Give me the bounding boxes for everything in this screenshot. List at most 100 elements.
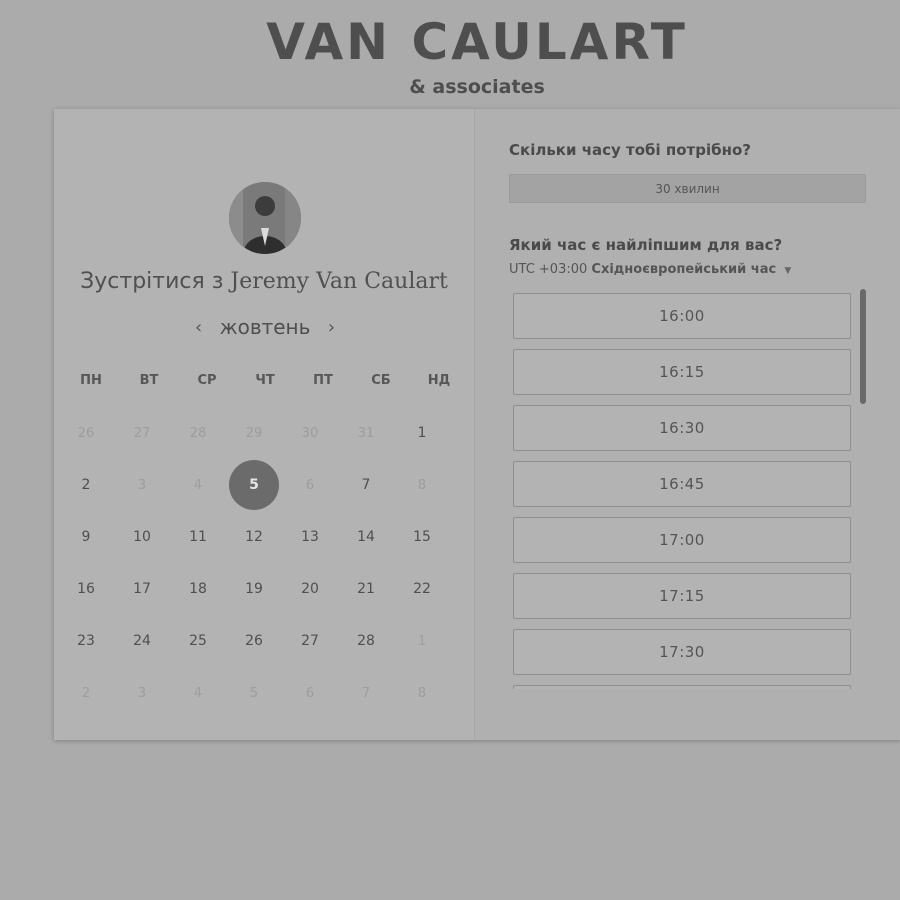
calendar-day[interactable]: 27 xyxy=(282,615,338,667)
calendar-day-label: 4 xyxy=(193,477,203,493)
calendar-day[interactable]: 1 xyxy=(394,407,450,459)
calendar-day-label: 8 xyxy=(417,477,427,493)
calendar-day-label: 5 xyxy=(249,685,259,701)
calendar-day-label: 29 xyxy=(245,425,263,441)
time-slot-button[interactable]: 16:00 xyxy=(513,293,851,339)
calendar-day-label: 3 xyxy=(137,685,147,701)
time-question: Який час є найліпшим для вас? xyxy=(509,236,783,254)
calendar-day-label: 1 xyxy=(417,633,427,649)
calendar-day[interactable]: 18 xyxy=(170,563,226,615)
calendar-day: 3 xyxy=(114,667,170,719)
time-panel: Скільки часу тобі потрібно? 30 хвилин Як… xyxy=(474,109,900,740)
calendar-day: 31 xyxy=(338,407,394,459)
timezone-offset: UTC +03:00 xyxy=(509,262,588,277)
calendar-day-label: 28 xyxy=(357,633,375,649)
calendar-day[interactable]: 21 xyxy=(338,563,394,615)
calendar-day-label: 22 xyxy=(413,581,431,597)
calendar-day: 4 xyxy=(170,459,226,511)
calendar-day-label: 25 xyxy=(189,633,207,649)
calendar-day[interactable]: 16 xyxy=(58,563,114,615)
calendar-day: 8 xyxy=(394,667,450,719)
calendar-day[interactable]: 23 xyxy=(58,615,114,667)
timezone-name: Східноєвропейський час xyxy=(591,262,777,277)
calendar-day-label: 1 xyxy=(417,425,427,441)
calendar-day[interactable]: 11 xyxy=(170,511,226,563)
calendar-day[interactable]: 12 xyxy=(226,511,282,563)
time-slot-button[interactable]: 17:15 xyxy=(513,573,851,619)
calendar-day: 6 xyxy=(282,667,338,719)
calendar-day[interactable]: 28 xyxy=(338,615,394,667)
calendar-day[interactable]: 17 xyxy=(114,563,170,615)
time-slot-button[interactable] xyxy=(513,685,851,689)
calendar-day[interactable]: 10 xyxy=(114,511,170,563)
calendar-day-label: 20 xyxy=(301,581,319,597)
duration-question: Скільки часу тобі потрібно? xyxy=(509,141,751,159)
calendar-day-label: 21 xyxy=(357,581,375,597)
chevron-right-icon[interactable]: › xyxy=(316,317,346,338)
calendar-day-label: 6 xyxy=(305,685,315,701)
person-photo-icon xyxy=(229,182,301,254)
calendar-day[interactable]: 14 xyxy=(338,511,394,563)
brand-title: VAN CAULART xyxy=(266,13,688,71)
calendar-day: 6 xyxy=(282,459,338,511)
calendar-day: 4 xyxy=(170,667,226,719)
weekday-label: СБ xyxy=(371,373,391,388)
time-slot-button[interactable]: 16:15 xyxy=(513,349,851,395)
calendar-day-label: 30 xyxy=(301,425,319,441)
calendar-day[interactable]: 7 xyxy=(338,459,394,511)
calendar-days: 26 27 28 29 30 31 1 2 3 4 5 6 7 8 9 10 11 12 13 14 15 16 17 18 1… xyxy=(58,407,450,719)
calendar-day-label: 5 xyxy=(229,460,279,510)
calendar-day-selected[interactable]: 5 xyxy=(226,459,282,511)
chevron-left-icon[interactable]: ‹ xyxy=(184,317,214,338)
calendar-day: 7 xyxy=(338,667,394,719)
calendar-day[interactable]: 25 xyxy=(170,615,226,667)
calendar-day-label: 8 xyxy=(417,685,427,701)
calendar-day-label: 17 xyxy=(133,581,151,597)
host-name: Jeremy Van Caulart xyxy=(230,269,448,294)
time-slot-button[interactable]: 17:30 xyxy=(513,629,851,675)
calendar-day-label: 16 xyxy=(77,581,95,597)
calendar-day-label: 26 xyxy=(77,425,95,441)
meet-title: Зустрітися з Jeremy Van Caulart xyxy=(54,269,474,294)
timezone-selector[interactable]: UTC +03:00 Східноєвропейський час ▼ xyxy=(509,262,791,277)
calendar-day: 2 xyxy=(58,667,114,719)
time-slot-button[interactable]: 17:00 xyxy=(513,517,851,563)
calendar-day[interactable]: 13 xyxy=(282,511,338,563)
calendar-day-label: 26 xyxy=(245,633,263,649)
host-avatar xyxy=(229,182,301,254)
calendar-day[interactable]: 20 xyxy=(282,563,338,615)
time-slot-button[interactable]: 16:30 xyxy=(513,405,851,451)
calendar-day-label: 4 xyxy=(193,685,203,701)
calendar-day-label: 7 xyxy=(361,477,371,493)
month-navigation: ‹ жовтень › xyxy=(54,315,476,339)
calendar-day-label: 28 xyxy=(189,425,207,441)
calendar-day-label: 27 xyxy=(301,633,319,649)
time-slot-list: 16:00 16:15 16:30 16:45 17:00 17:15 17:30 xyxy=(513,293,856,689)
calendar-day[interactable]: 26 xyxy=(226,615,282,667)
time-slot-button[interactable]: 16:45 xyxy=(513,461,851,507)
duration-select[interactable]: 30 хвилин xyxy=(509,174,866,203)
calendar-day-label: 7 xyxy=(361,685,371,701)
weekday-label: НД xyxy=(427,373,451,388)
caret-down-icon: ▼ xyxy=(784,266,792,276)
calendar-day-label: 2 xyxy=(81,477,91,493)
calendar-day[interactable]: 24 xyxy=(114,615,170,667)
calendar-day-label: 27 xyxy=(133,425,151,441)
scrollbar[interactable] xyxy=(860,289,866,689)
calendar-day[interactable]: 9 xyxy=(58,511,114,563)
calendar-day: 26 xyxy=(58,407,114,459)
calendar-day: 8 xyxy=(394,459,450,511)
scrollbar-thumb[interactable] xyxy=(860,289,866,404)
calendar-day: 27 xyxy=(114,407,170,459)
calendar-day[interactable]: 19 xyxy=(226,563,282,615)
calendar-day-label: 14 xyxy=(357,529,375,545)
calendar-day[interactable]: 22 xyxy=(394,563,450,615)
calendar-day[interactable]: 15 xyxy=(394,511,450,563)
calendar-day: 28 xyxy=(170,407,226,459)
calendar-day-label: 2 xyxy=(81,685,91,701)
calendar-day: 3 xyxy=(114,459,170,511)
calendar-day[interactable]: 2 xyxy=(58,459,114,511)
calendar-day-label: 12 xyxy=(245,529,263,545)
weekday-label: СР xyxy=(197,373,217,388)
calendar-day-label: 18 xyxy=(189,581,207,597)
